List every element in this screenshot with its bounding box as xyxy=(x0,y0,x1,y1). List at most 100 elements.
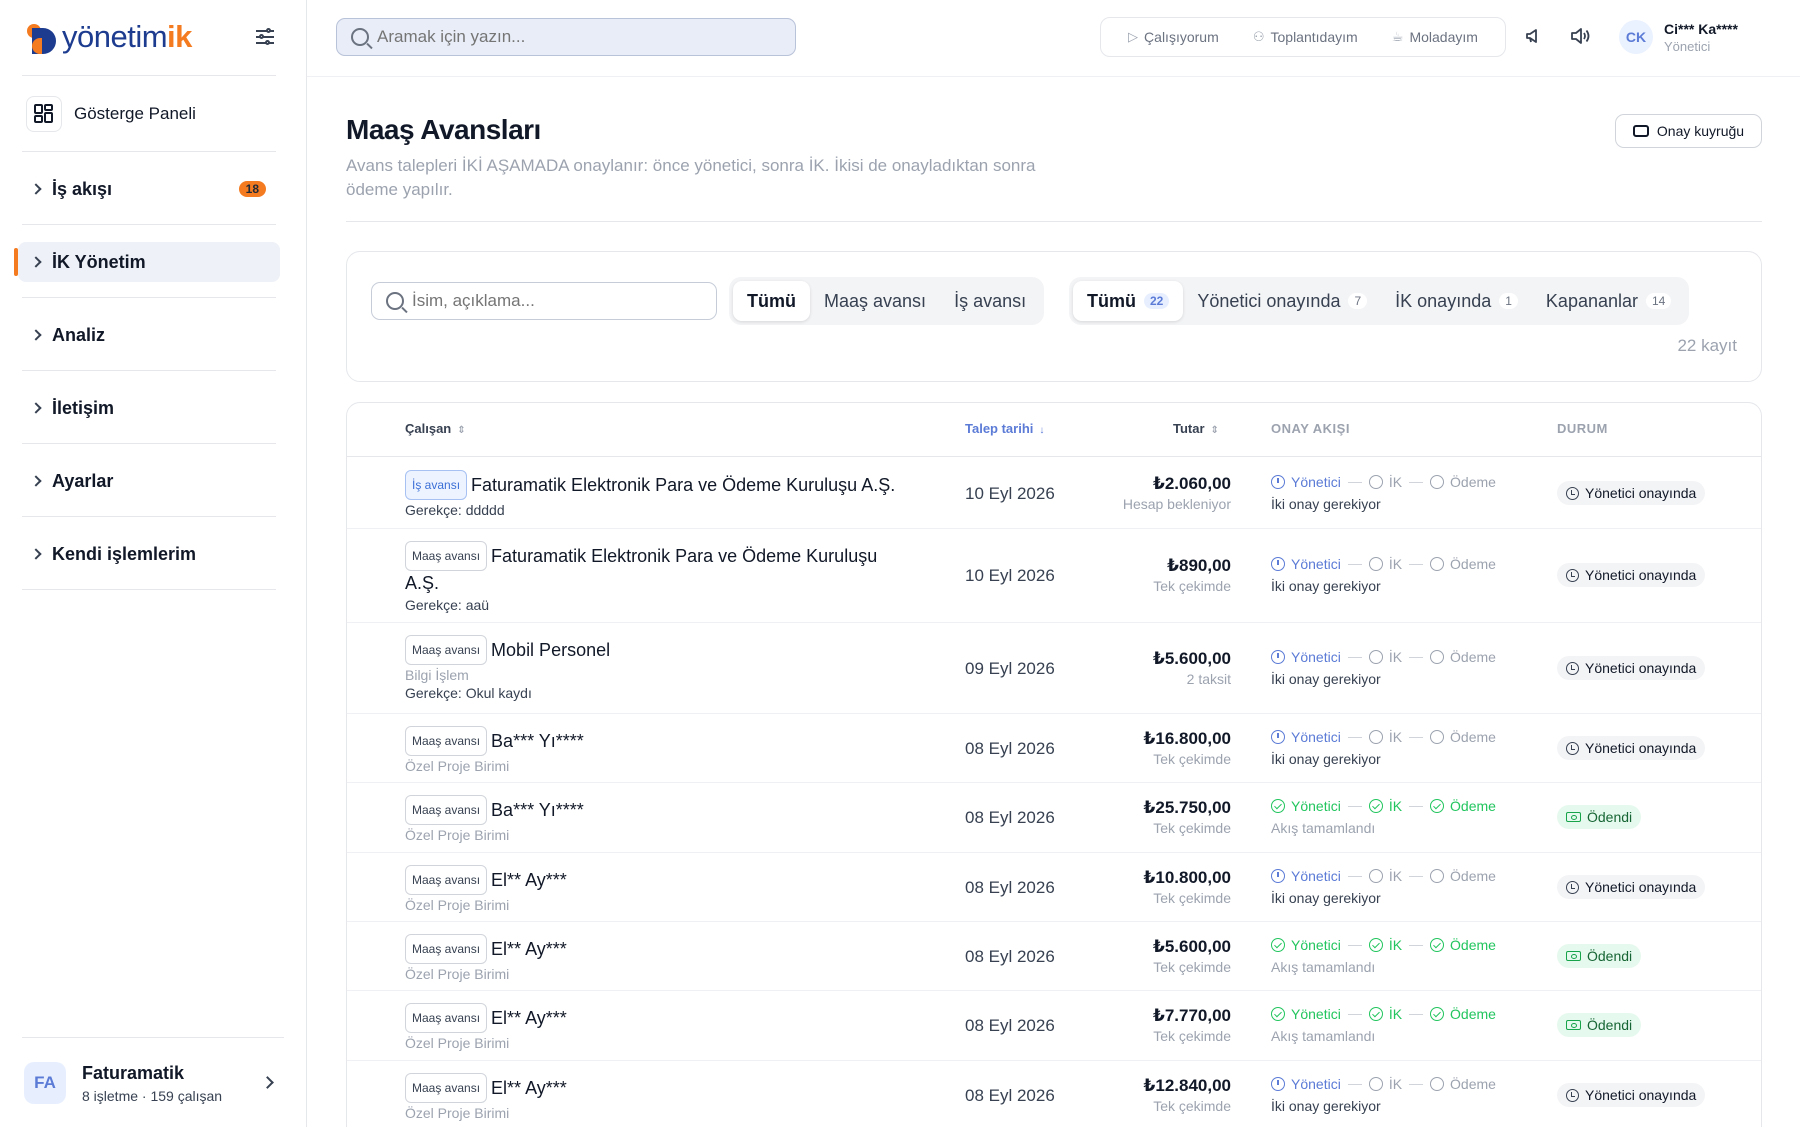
employee-unit: Özel Proje Birimi xyxy=(405,758,510,774)
amount-value: ₺2.060,00 xyxy=(1152,474,1231,493)
users-icon: ⚇ xyxy=(1252,29,1265,44)
clock-icon xyxy=(1566,1088,1579,1102)
approval-flow: Yönetici İK Ödeme Akış tamamlandı xyxy=(1271,1006,1541,1044)
status-badge: Yönetici onayında xyxy=(1557,656,1706,680)
sidebar-item-workflow[interactable]: İş akışı 18 xyxy=(18,169,280,209)
step-manager: Yönetici xyxy=(1271,556,1341,572)
status-tab-manager-approval[interactable]: Yönetici onayında 7 xyxy=(1183,281,1381,321)
sidebar-item-analysis[interactable]: Analiz xyxy=(18,315,280,355)
employee-unit: Özel Proje Birimi xyxy=(405,827,510,843)
status-badge: Ödendi xyxy=(1557,944,1642,968)
advance-type-tag: Maaş avansı xyxy=(405,865,488,895)
step-connector xyxy=(1409,805,1424,807)
table-row[interactable]: Maaş avansı El** Ay*** Özel Proje Birimi 08… xyxy=(347,991,1761,1061)
sidebar-item-dashboard[interactable]: Gösterge Paneli xyxy=(26,95,196,133)
circle-icon xyxy=(1430,650,1445,664)
table-row[interactable]: Maaş avansı Ba*** Yı**** Özel Proje Birimi… xyxy=(347,714,1761,783)
amount-cell: ₺25.750,00 Tek çekimde xyxy=(1144,798,1231,836)
cash-icon xyxy=(1566,812,1581,822)
table-row[interactable]: Maaş avansı El** Ay*** Özel Proje Birimi 08… xyxy=(347,922,1761,991)
brand-logo[interactable]: yönetimik xyxy=(24,18,192,56)
approval-steps: Yönetici İK Ödeme xyxy=(1271,556,1541,572)
step-connector xyxy=(1409,563,1424,565)
sidebar-settings-icon[interactable] xyxy=(256,28,276,46)
pending-circle-icon xyxy=(1271,1077,1285,1091)
pending-circle-icon xyxy=(1271,650,1285,664)
flow-note: Akış tamamlandı xyxy=(1271,1028,1376,1044)
check-circle-icon xyxy=(1368,1007,1383,1021)
step-hr: İK xyxy=(1368,556,1402,572)
column-request-date[interactable]: Talep tarihi ↓ xyxy=(965,421,1044,436)
request-date: 10 Eyl 2026 xyxy=(965,484,1055,503)
step-hr: İK xyxy=(1368,798,1402,814)
user-avatar[interactable]: CK xyxy=(1619,20,1653,54)
approval-flow: Yönetici İK Ödeme İki onay gerekiyor xyxy=(1271,556,1541,594)
status-meeting-button[interactable]: ⚇ Toplantıdayım xyxy=(1253,29,1358,45)
status-tab-hr-approval[interactable]: İK onayında 1 xyxy=(1381,281,1532,321)
advance-search-input[interactable] xyxy=(412,291,692,311)
clock-icon xyxy=(1566,568,1579,582)
step-payment: Ödeme xyxy=(1430,868,1496,884)
table-header: Çalışan ⇕ Talep tarihi ↓ Tutar ⇕ ONAY AKIŞI… xyxy=(347,403,1761,457)
step-hr: İK xyxy=(1368,729,1402,745)
step-connector xyxy=(1409,1083,1424,1085)
advance-search[interactable] xyxy=(371,282,717,320)
step-connector xyxy=(1347,805,1362,807)
check-circle-icon xyxy=(1271,1007,1285,1021)
status-tab-all[interactable]: Tümü 22 xyxy=(1073,281,1184,321)
employee-name: El** Ay*** xyxy=(491,870,567,890)
step-connector xyxy=(1409,875,1424,877)
column-amount[interactable]: Tutar ⇕ xyxy=(1173,421,1219,436)
advance-type-tag: Maaş avansı xyxy=(405,934,488,964)
divider xyxy=(346,221,1762,222)
chevron-right-icon xyxy=(30,548,42,560)
approval-flow: Yönetici İK Ödeme İki onay gerekiyor xyxy=(1271,1076,1541,1114)
type-tab-work-advance[interactable]: İş avansı xyxy=(940,281,1040,321)
sidebar-item-settings[interactable]: Ayarlar xyxy=(18,461,280,501)
page-title: Maaş Avansları xyxy=(346,114,541,145)
employee-cell: Maaş avansı El** Ay*** Özel Proje Birimi xyxy=(405,1073,905,1121)
status-tab-closed[interactable]: Kapananlar 14 xyxy=(1532,281,1685,321)
sidebar-item-hr-management[interactable]: İK Yönetim xyxy=(14,242,280,282)
approval-queue-button[interactable]: Onay kuyruğu xyxy=(1615,114,1762,148)
org-summary: 8 işletme · 159 çalışan xyxy=(82,1088,223,1104)
column-employee[interactable]: Çalışan ⇕ xyxy=(405,421,466,436)
table-row[interactable]: Maaş avansı El** Ay*** Özel Proje Birimi 08… xyxy=(347,1061,1761,1127)
step-connector xyxy=(1347,563,1362,565)
speaker-icon[interactable] xyxy=(1569,26,1593,50)
payment-plan: Tek çekimde xyxy=(1153,890,1231,906)
type-tab-all[interactable]: Tümü xyxy=(733,281,810,321)
sidebar-item-communication[interactable]: İletişim xyxy=(18,388,280,428)
step-hr: İK xyxy=(1368,1006,1402,1022)
status-working-button[interactable]: ▷ Çalışıyorum xyxy=(1128,29,1219,45)
table-row[interactable]: Maaş avansı El** Ay*** Özel Proje Birimi 08… xyxy=(347,853,1761,922)
amount-value: ₺890,00 xyxy=(1167,556,1231,575)
clock-icon xyxy=(1566,741,1579,755)
type-tab-salary-advance[interactable]: Maaş avansı xyxy=(810,281,940,321)
chevron-right-icon xyxy=(30,183,42,195)
megaphone-icon[interactable] xyxy=(1522,26,1546,50)
employee-name-line: Maaş avansı Mobil Personel xyxy=(405,635,905,665)
approval-flow: Yönetici İK Ödeme İki onay gerekiyor xyxy=(1271,649,1541,687)
global-search-input[interactable] xyxy=(377,27,777,47)
request-date: 10 Eyl 2026 xyxy=(965,566,1055,585)
employee-unit: Bilgi İşlem xyxy=(405,667,469,683)
status-break-button[interactable]: ☕ Moladayım xyxy=(1392,29,1478,45)
table-row[interactable]: Maaş avansı Ba*** Yı**** Özel Proje Birimi… xyxy=(347,783,1761,853)
advance-type-tag: Maaş avansı xyxy=(405,795,488,825)
step-manager: Yönetici xyxy=(1271,649,1341,665)
search-icon xyxy=(386,292,404,310)
table-row[interactable]: Maaş avansı Mobil Personel Bilgi İşlem Gere… xyxy=(347,623,1761,714)
amount-cell: ₺2.060,00 Hesap bekleniyor xyxy=(1123,474,1231,512)
amount-cell: ₺10.800,00 Tek çekimde xyxy=(1144,868,1231,906)
step-hr: İK xyxy=(1368,868,1402,884)
step-manager: Yönetici xyxy=(1271,868,1341,884)
flow-note: İki onay gerekiyor xyxy=(1271,578,1381,594)
table-row[interactable]: İş avansı Faturamatik Elektronik Para ve … xyxy=(347,458,1761,529)
sidebar-item-label: İletişim xyxy=(52,397,115,418)
organization-switcher[interactable]: FA Faturamatik 8 işletme · 159 çalışan xyxy=(22,1037,284,1125)
sidebar-item-my-transactions[interactable]: Kendi işlemlerim xyxy=(18,534,280,574)
column-approval-flow: ONAY AKIŞI xyxy=(1271,421,1350,436)
global-search[interactable] xyxy=(336,18,796,56)
table-row[interactable]: Maaş avansı Faturamatik Elektronik Para v… xyxy=(347,529,1761,623)
